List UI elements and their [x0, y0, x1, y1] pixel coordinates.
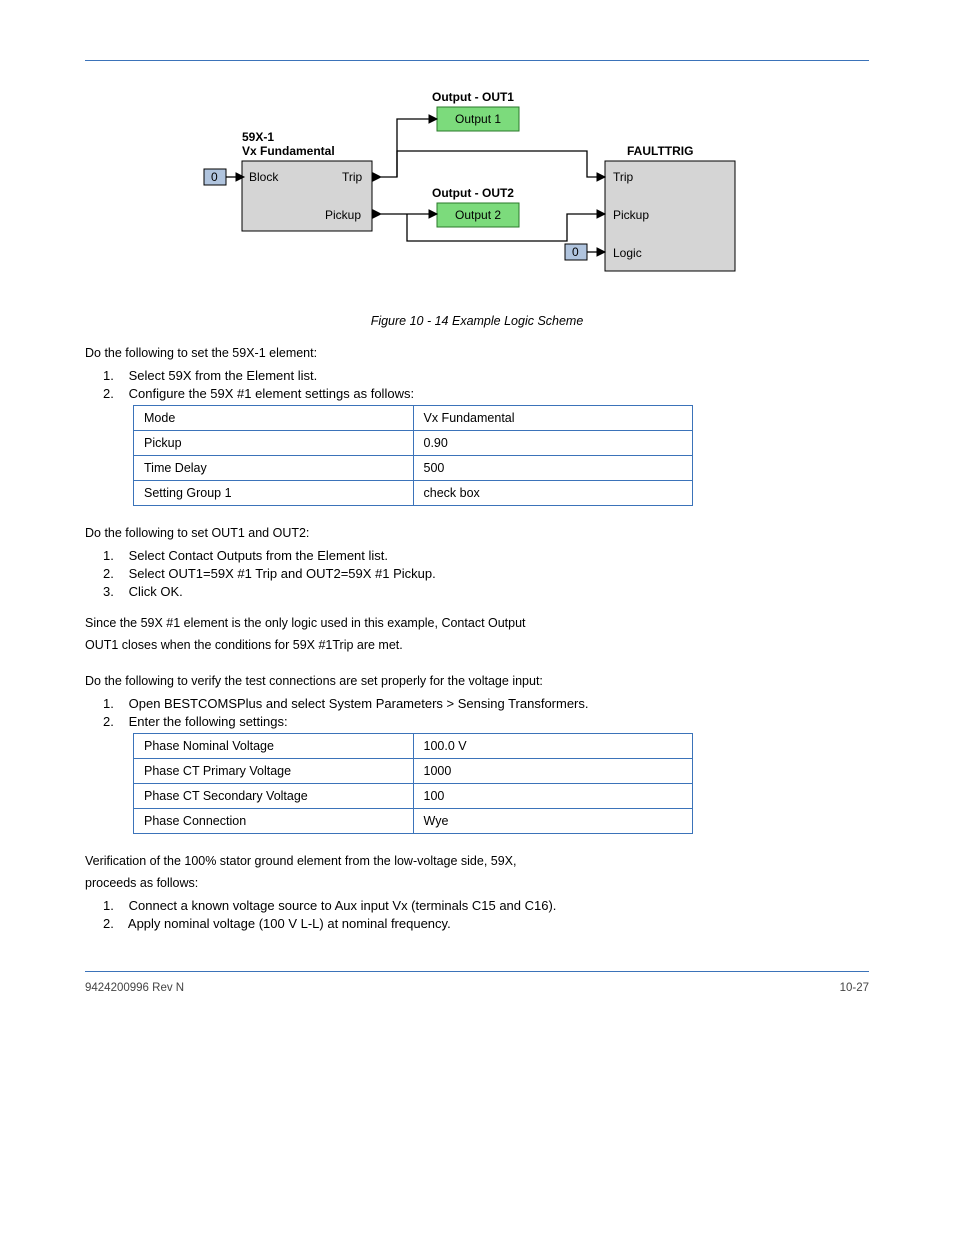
arrow-const-b	[597, 248, 605, 256]
cell: Vx Fundamental	[413, 406, 693, 431]
out-step3: 3. Click OK.	[103, 584, 869, 599]
intro-outputs: Do the following to set OUT1 and OUT2:	[85, 526, 869, 540]
table-row: Phase ConnectionWye	[134, 809, 693, 834]
verify-intro-2: proceeds as follows:	[85, 876, 869, 890]
table-row: Phase CT Primary Voltage1000	[134, 759, 693, 784]
label-59x1-line1: 59X-1	[242, 130, 274, 144]
label-59x1-line2: Vx Fundamental	[242, 144, 335, 158]
port-block: Block	[249, 170, 279, 184]
step2-text: Configure the 59X #1 element settings as…	[129, 386, 414, 401]
intro-59x: Do the following to set the 59X-1 elemen…	[85, 346, 869, 360]
page: 59X-1 Vx Fundamental Block Trip Pickup 0…	[0, 0, 954, 1044]
step2: 2. Configure the 59X #1 element settings…	[103, 386, 869, 401]
arrow-trip-ft	[597, 173, 605, 181]
port-ft-logic: Logic	[613, 246, 642, 260]
out-step1: 1. Select Contact Outputs from the Eleme…	[103, 548, 869, 563]
intro-sensing: Do the following to verify the test conn…	[85, 674, 869, 688]
port-trip: Trip	[342, 170, 363, 184]
footer-left: 9424200996 Rev N	[85, 982, 184, 994]
cell: 500	[413, 456, 693, 481]
out-step3-num: 3.	[103, 584, 125, 599]
settings-table-sensing: Phase Nominal Voltage100.0 V Phase CT Pr…	[133, 733, 693, 834]
sys-step1: 1. Open BESTCOMSPlus and select System P…	[103, 696, 869, 711]
step2-num: 2.	[103, 386, 125, 401]
arrow-pickup-out2	[429, 210, 437, 218]
settings-table-59x: ModeVx Fundamental Pickup0.90 Time Delay…	[133, 405, 693, 506]
footer-right: 10-27	[840, 982, 869, 994]
cell: 0.90	[413, 431, 693, 456]
cell: Setting Group 1	[134, 481, 414, 506]
wire-trip-ft	[397, 151, 597, 177]
cell: Phase CT Primary Voltage	[134, 759, 414, 784]
logic-diagram: 59X-1 Vx Fundamental Block Trip Pickup 0…	[85, 81, 869, 296]
sys-step2: 2. Enter the following settings:	[103, 714, 869, 729]
out-step2-num: 2.	[103, 566, 125, 581]
label-out1-title: Output - OUT1	[432, 90, 514, 104]
cell: 100.0 V	[413, 734, 693, 759]
sys-step1-num: 1.	[103, 696, 125, 711]
cell: check box	[413, 481, 693, 506]
port-pickup: Pickup	[325, 208, 361, 222]
label-out2-title: Output - OUT2	[432, 186, 514, 200]
figure-caption: Figure 10 - 14 Example Logic Scheme	[85, 314, 869, 328]
step1-num: 1.	[103, 368, 125, 383]
explanation-line2: OUT1 closes when the conditions for 59X …	[85, 638, 869, 652]
out-step1-num: 1.	[103, 548, 125, 563]
top-divider	[85, 60, 869, 61]
v-step2: 2. Apply nominal voltage (100 V L-L) at …	[103, 916, 869, 931]
sys-step2-text: Enter the following settings:	[129, 714, 288, 729]
arrow-pickup-ft	[597, 210, 605, 218]
page-footer: 9424200996 Rev N 10-27	[85, 982, 869, 994]
cell: 1000	[413, 759, 693, 784]
cell: Wye	[413, 809, 693, 834]
verify-intro-1: Verification of the 100% stator ground e…	[85, 854, 869, 868]
sys-step1-text: Open BESTCOMSPlus and select System Para…	[129, 696, 589, 711]
arrow-pickup-out	[373, 210, 381, 218]
wire-trip-out1	[381, 119, 429, 177]
cell: 100	[413, 784, 693, 809]
table-row: Pickup0.90	[134, 431, 693, 456]
v-step1-num: 1.	[103, 898, 125, 913]
table-row: Time Delay500	[134, 456, 693, 481]
table-row: Setting Group 1check box	[134, 481, 693, 506]
label-output1: Output 1	[455, 112, 501, 126]
out-step2-text: Select OUT1=59X #1 Trip and OUT2=59X #1 …	[129, 566, 436, 581]
out-step1-text: Select Contact Outputs from the Element …	[129, 548, 388, 563]
v-step1: 1. Connect a known voltage source to Aux…	[103, 898, 869, 913]
arrow-trip-out1	[429, 115, 437, 123]
v-step1-text: Connect a known voltage source to Aux in…	[129, 898, 557, 913]
const-zero-b-text: 0	[572, 245, 579, 259]
table-row: ModeVx Fundamental	[134, 406, 693, 431]
bottom-divider	[85, 971, 869, 972]
cell: Pickup	[134, 431, 414, 456]
cell: Phase CT Secondary Voltage	[134, 784, 414, 809]
cell: Mode	[134, 406, 414, 431]
const-zero-a-text: 0	[211, 170, 218, 184]
cell: Phase Nominal Voltage	[134, 734, 414, 759]
sys-step2-num: 2.	[103, 714, 125, 729]
step1: 1. Select 59X from the Element list.	[103, 368, 869, 383]
cell: Phase Connection	[134, 809, 414, 834]
port-ft-pickup: Pickup	[613, 208, 649, 222]
cell: Time Delay	[134, 456, 414, 481]
explanation-line1: Since the 59X #1 element is the only log…	[85, 616, 869, 630]
step1-text: Select 59X from the Element list.	[129, 368, 318, 383]
arrow-trip-out	[373, 173, 381, 181]
label-output2: Output 2	[455, 208, 501, 222]
table-row: Phase CT Secondary Voltage100	[134, 784, 693, 809]
out-step2: 2. Select OUT1=59X #1 Trip and OUT2=59X …	[103, 566, 869, 581]
v-step2-num: 2.	[103, 916, 125, 931]
label-faulttrig-title: FAULTTRIG	[627, 144, 693, 158]
diagram-svg: 59X-1 Vx Fundamental Block Trip Pickup 0…	[197, 81, 757, 291]
port-ft-trip: Trip	[613, 170, 634, 184]
v-step2-text: Apply nominal voltage (100 V L-L) at nom…	[128, 916, 451, 931]
out-step3-text: Click OK.	[129, 584, 183, 599]
table-row: Phase Nominal Voltage100.0 V	[134, 734, 693, 759]
